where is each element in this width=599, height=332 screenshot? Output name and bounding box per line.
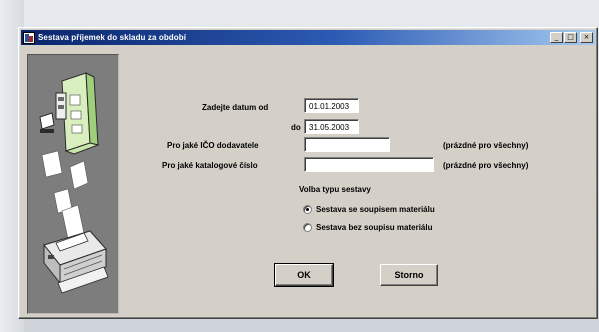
radio-without-materials[interactable]: Sestava bez soupisu materiálu	[303, 223, 433, 232]
window-controls: _ □ ×	[550, 32, 593, 43]
ok-button[interactable]: OK	[274, 263, 334, 287]
supplier-ico-hint: (prázdné pro všechny)	[443, 141, 529, 150]
radio-button[interactable]	[303, 223, 312, 232]
date-to-label: do	[291, 123, 301, 132]
supplier-ico-label: Pro jaké IČO dodavatele	[167, 141, 259, 150]
date-from-input[interactable]	[304, 98, 359, 113]
cancel-button[interactable]: Storno	[380, 264, 438, 286]
date-from-label: Zadejte datum od	[202, 103, 269, 112]
dialog-window: Sestava příjemek do skladu za období _ □…	[18, 27, 598, 319]
app-icon	[23, 31, 35, 44]
close-button[interactable]: ×	[580, 32, 593, 43]
maximize-button[interactable]: □	[564, 32, 577, 43]
printer-documents-icon	[39, 72, 109, 294]
minimize-button[interactable]: _	[550, 32, 563, 43]
window-title: Sestava příjemek do skladu za období	[38, 33, 187, 42]
date-to-input[interactable]	[304, 119, 359, 134]
radio-with-materials-label: Sestava se soupisem materiálu	[316, 205, 435, 214]
radio-without-materials-label: Sestava bez soupisu materiálu	[316, 223, 433, 232]
radio-with-materials[interactable]: Sestava se soupisem materiálu	[303, 205, 435, 214]
printer-documents-illustration	[27, 54, 119, 314]
catalog-number-input[interactable]	[304, 157, 434, 172]
catalog-number-hint: (prázdné pro všechny)	[443, 161, 529, 170]
report-type-label: Volba typu sestavy	[299, 185, 371, 194]
radio-button-checked[interactable]	[303, 205, 312, 214]
catalog-number-label: Pro jaké katalogové číslo	[162, 161, 258, 170]
title-bar[interactable]: Sestava příjemek do skladu za období _ □…	[21, 30, 595, 45]
supplier-ico-input[interactable]	[304, 137, 390, 152]
